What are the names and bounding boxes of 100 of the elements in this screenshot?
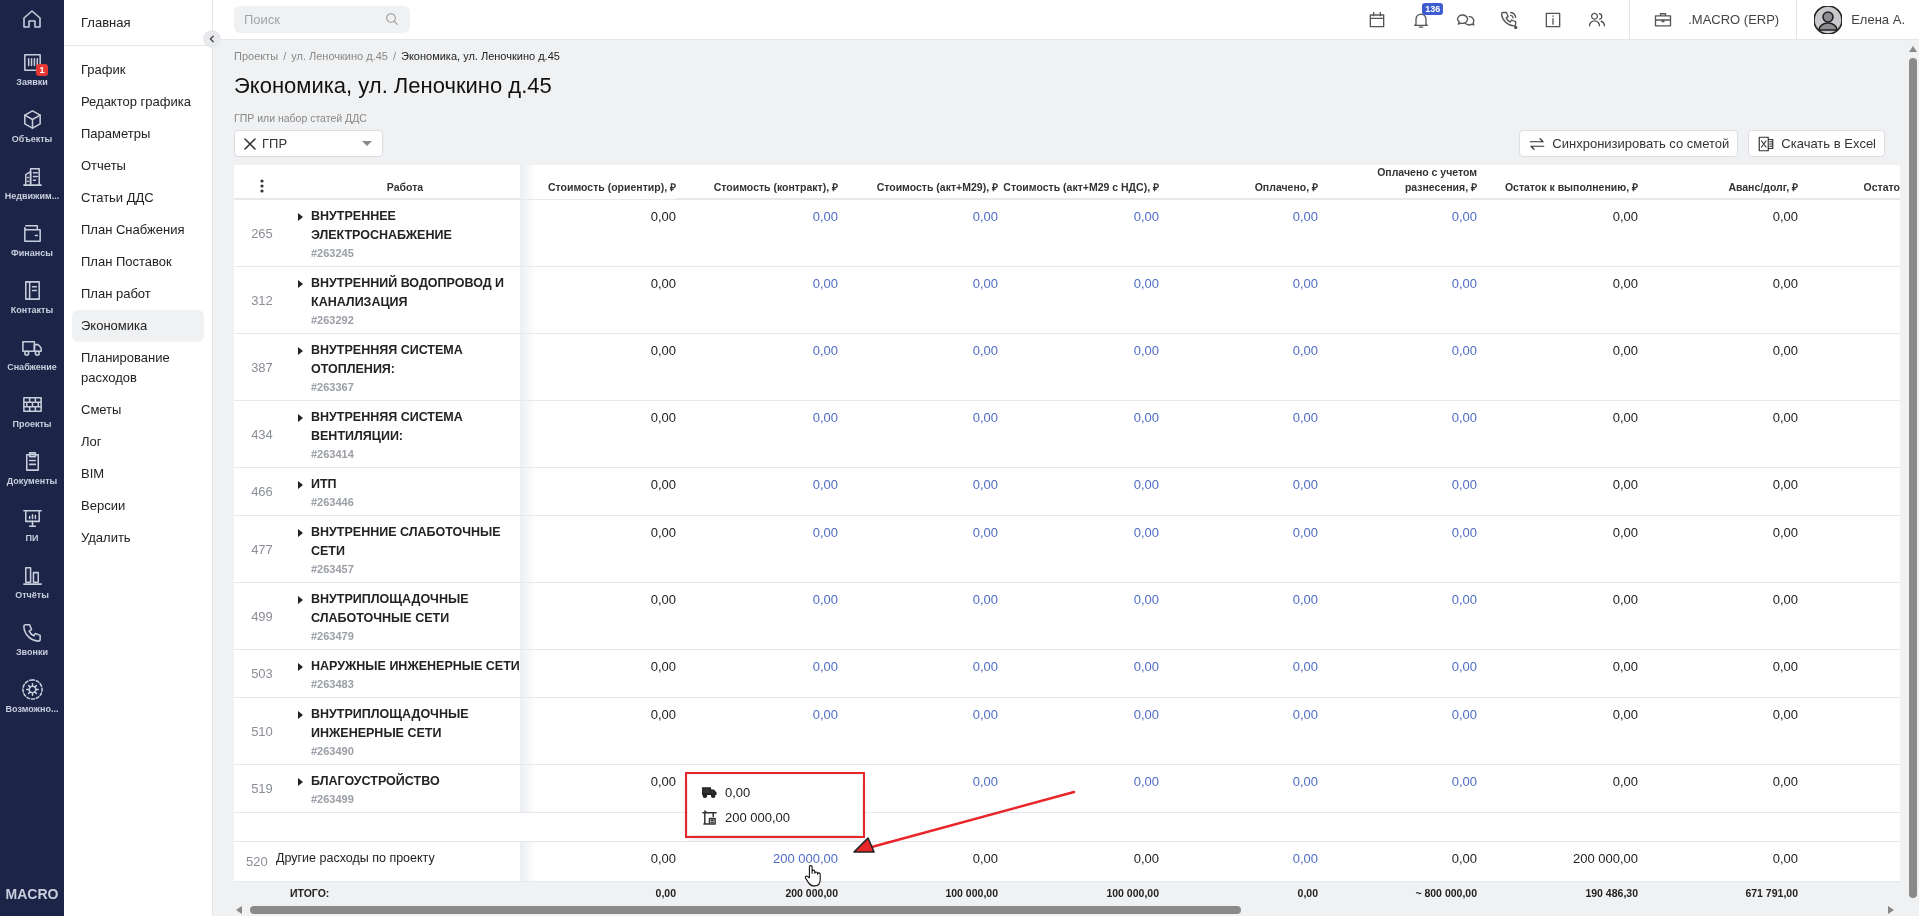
- amount-link[interactable]: 0,00: [1451, 274, 1477, 293]
- sidebar-title[interactable]: Главная: [81, 15, 131, 30]
- amount-link[interactable]: 0,00: [1451, 705, 1477, 724]
- amount-link[interactable]: 0,00: [812, 590, 838, 609]
- excel-button[interactable]: Скачать в Excel: [1748, 130, 1885, 157]
- amount-link[interactable]: 0,00: [972, 590, 998, 609]
- sidebar-item[interactable]: Лог: [72, 426, 204, 458]
- amount-link[interactable]: 0,00: [972, 207, 998, 226]
- sidebar-item[interactable]: Версии: [72, 490, 204, 522]
- amount-link[interactable]: 0,00: [972, 523, 998, 542]
- breadcrumb-link[interactable]: ул. Леночкино д.45: [291, 49, 388, 63]
- search-field[interactable]: Поиск: [234, 6, 410, 33]
- expand-caret-icon[interactable]: [298, 778, 303, 786]
- sidebar-item[interactable]: Параметры: [72, 118, 204, 150]
- rail-nav-item[interactable]: Проекты: [0, 382, 64, 439]
- filter-select[interactable]: ГПР: [234, 130, 383, 157]
- sidebar-item[interactable]: Статьи ДДС: [72, 182, 204, 214]
- amount-link[interactable]: 0,00: [812, 408, 838, 427]
- amount-link[interactable]: 0,00: [812, 705, 838, 724]
- amount-link[interactable]: 0,00: [1133, 772, 1159, 791]
- amount-link[interactable]: 0,00: [812, 523, 838, 542]
- amount-link[interactable]: 0,00: [1292, 705, 1318, 724]
- scroll-up-icon[interactable]: [1908, 46, 1917, 52]
- amount-link[interactable]: 0,00: [1133, 207, 1159, 226]
- amount-link[interactable]: 0,00: [972, 705, 998, 724]
- expand-caret-icon[interactable]: [298, 414, 303, 422]
- amount-link[interactable]: 0,00: [1133, 475, 1159, 494]
- expand-caret-icon[interactable]: [298, 596, 303, 604]
- amount-link[interactable]: 0,00: [1133, 705, 1159, 724]
- sidebar-item[interactable]: График: [72, 54, 204, 86]
- sidebar-item[interactable]: Экономика: [72, 310, 204, 342]
- amount-link[interactable]: 0,00: [1451, 772, 1477, 791]
- sidebar-item[interactable]: Отчеты: [72, 150, 204, 182]
- avatar[interactable]: [1814, 5, 1843, 34]
- amount-link[interactable]: 0,00: [1292, 772, 1318, 791]
- company-name[interactable]: .MACRO (ERP): [1688, 12, 1780, 27]
- collapse-button[interactable]: [203, 30, 221, 48]
- amount-link[interactable]: 0,00: [972, 341, 998, 360]
- amount-link[interactable]: 0,00: [1451, 475, 1477, 494]
- amount-link[interactable]: 0,00: [1292, 849, 1318, 868]
- user-name[interactable]: Елена А.: [1851, 12, 1905, 27]
- amount-link[interactable]: 0,00: [1292, 274, 1318, 293]
- amount-link[interactable]: 0,00: [1133, 341, 1159, 360]
- expand-caret-icon[interactable]: [298, 663, 303, 671]
- amount-link[interactable]: 0,00: [812, 207, 838, 226]
- clear-icon[interactable]: [244, 137, 256, 150]
- sidebar-item[interactable]: Сметы: [72, 394, 204, 426]
- rail-nav-item[interactable]: Снабжение: [0, 325, 64, 382]
- rail-nav-item[interactable]: Документы: [0, 439, 64, 496]
- amount-link[interactable]: 0,00: [1292, 475, 1318, 494]
- phone-icon[interactable]: [1499, 9, 1520, 30]
- amount-link[interactable]: 0,00: [1451, 523, 1477, 542]
- amount-link[interactable]: 0,00: [1292, 523, 1318, 542]
- breadcrumb-link[interactable]: Экономика, ул. Леночкино д.45: [401, 49, 560, 63]
- amount-link[interactable]: 0,00: [812, 274, 838, 293]
- amount-link[interactable]: 0,00: [972, 772, 998, 791]
- amount-link[interactable]: 0,00: [812, 341, 838, 360]
- amount-link[interactable]: 0,00: [1451, 341, 1477, 360]
- sidebar-item[interactable]: Планирование расходов: [72, 342, 204, 394]
- amount-link[interactable]: 0,00: [972, 274, 998, 293]
- amount-link[interactable]: 0,00: [972, 475, 998, 494]
- sidebar-item[interactable]: Редактор графика: [72, 86, 204, 118]
- amount-link[interactable]: 200 000,00: [772, 849, 838, 868]
- rail-nav-item[interactable]: Недвижим...: [0, 154, 64, 211]
- scroll-right-icon[interactable]: [1888, 906, 1894, 915]
- breadcrumb-link[interactable]: Проекты: [234, 49, 279, 63]
- expand-caret-icon[interactable]: [298, 347, 303, 355]
- amount-link[interactable]: 0,00: [1292, 408, 1318, 427]
- amount-link[interactable]: 0,00: [1451, 207, 1477, 226]
- rail-nav-item[interactable]: Контакты: [0, 268, 64, 325]
- amount-link[interactable]: 0,00: [1133, 590, 1159, 609]
- scroll-left-icon[interactable]: [236, 906, 242, 915]
- amount-link[interactable]: 0,00: [1451, 657, 1477, 676]
- sidebar-item[interactable]: План Снабжения: [72, 214, 204, 246]
- amount-link[interactable]: 0,00: [1451, 408, 1477, 427]
- rail-nav-item[interactable]: Возможно...: [0, 667, 64, 724]
- rail-nav-item[interactable]: ПИ: [0, 496, 64, 553]
- scrollbar-thumb[interactable]: [250, 906, 1241, 915]
- amount-link[interactable]: 0,00: [1133, 408, 1159, 427]
- rail-nav-item[interactable]: Финансы: [0, 211, 64, 268]
- amount-link[interactable]: 0,00: [1133, 523, 1159, 542]
- rail-nav-item[interactable]: 1 Заявки: [0, 40, 64, 97]
- expand-caret-icon[interactable]: [298, 213, 303, 221]
- expand-caret-icon[interactable]: [298, 481, 303, 489]
- amount-link[interactable]: 0,00: [1292, 657, 1318, 676]
- expand-caret-icon[interactable]: [298, 529, 303, 537]
- kebab-menu-icon[interactable]: [260, 179, 264, 193]
- sync-button[interactable]: Синхронизировать со сметой: [1519, 130, 1739, 157]
- scrollbar-thumb[interactable]: [1908, 58, 1917, 898]
- expand-caret-icon[interactable]: [298, 711, 303, 719]
- amount-link[interactable]: 0,00: [1292, 590, 1318, 609]
- rail-nav-item[interactable]: Объекты: [0, 97, 64, 154]
- amount-link[interactable]: 0,00: [972, 657, 998, 676]
- amount-link[interactable]: 0,00: [812, 657, 838, 676]
- sidebar-item[interactable]: План Поставок: [72, 246, 204, 278]
- amount-link[interactable]: 0,00: [1133, 657, 1159, 676]
- home-icon[interactable]: [20, 7, 44, 31]
- amount-link[interactable]: 0,00: [1133, 274, 1159, 293]
- amount-link[interactable]: 0,00: [1292, 341, 1318, 360]
- sidebar-item[interactable]: План работ: [72, 278, 204, 310]
